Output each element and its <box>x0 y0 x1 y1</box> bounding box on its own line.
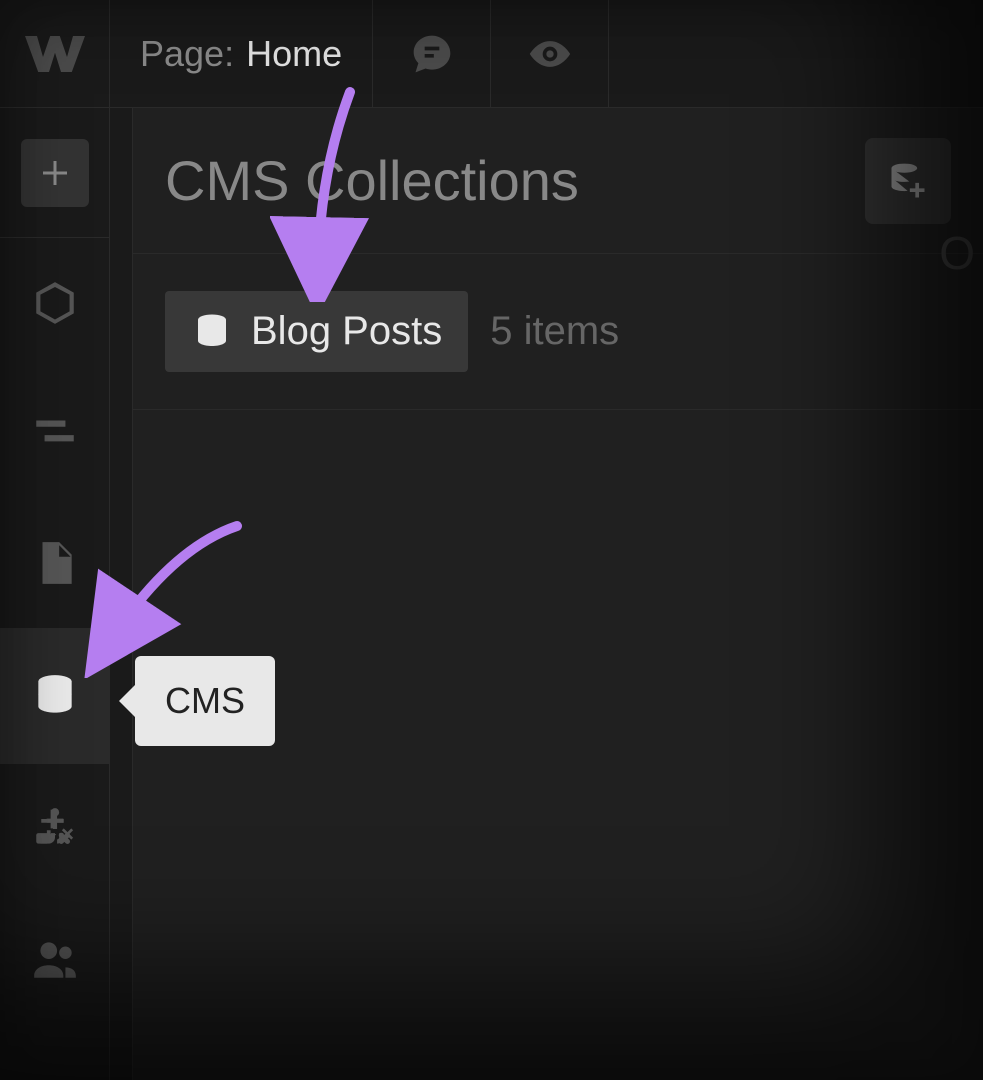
truncated-char: O <box>939 226 975 280</box>
collections-list: Blog Posts 5 items <box>133 254 983 410</box>
navigator-icon <box>30 408 80 458</box>
collection-count: 5 items <box>490 309 619 354</box>
logic-icon <box>30 804 80 854</box>
comments-button[interactable] <box>373 0 491 108</box>
users-icon <box>30 934 80 984</box>
sidebar-item-navigator[interactable] <box>0 368 110 498</box>
cube-icon <box>30 278 80 328</box>
page-icon <box>30 538 80 588</box>
database-plus-icon <box>886 159 930 203</box>
main-area: CMS Collections Blog Posts 5 items <box>0 108 983 1080</box>
tooltip-label: CMS <box>165 680 245 721</box>
page-selector[interactable]: Page: Home <box>110 0 373 108</box>
database-icon <box>30 671 80 721</box>
page-label: Page: <box>140 33 234 75</box>
collection-name: Blog Posts <box>251 309 442 354</box>
sidebar-item-cms[interactable] <box>0 628 110 764</box>
collection-chip: Blog Posts <box>165 291 468 372</box>
logo-cell[interactable] <box>0 0 110 108</box>
eye-icon <box>528 32 572 76</box>
collection-row[interactable]: Blog Posts 5 items <box>133 254 983 410</box>
sidebar-item-ecommerce[interactable] <box>0 764 110 894</box>
page-name: Home <box>246 33 342 75</box>
sidebar-item-components[interactable] <box>0 238 110 368</box>
panel-header: CMS Collections <box>133 108 983 254</box>
topbar: Page: Home <box>0 0 983 108</box>
plus-icon <box>37 155 73 191</box>
cms-panel: CMS Collections Blog Posts 5 items <box>132 108 983 1080</box>
webflow-logo-icon <box>25 34 85 74</box>
left-sidebar <box>0 108 110 1080</box>
preview-button[interactable] <box>491 0 609 108</box>
comment-icon <box>410 32 454 76</box>
panel-title: CMS Collections <box>165 148 579 213</box>
sidebar-item-users[interactable] <box>0 894 110 1024</box>
sidebar-item-pages[interactable] <box>0 498 110 628</box>
database-icon <box>191 311 233 353</box>
add-collection-button[interactable] <box>865 138 951 224</box>
cms-tooltip: CMS <box>135 656 275 746</box>
sidebar-item-add[interactable] <box>0 108 110 238</box>
add-element-button[interactable] <box>21 139 89 207</box>
